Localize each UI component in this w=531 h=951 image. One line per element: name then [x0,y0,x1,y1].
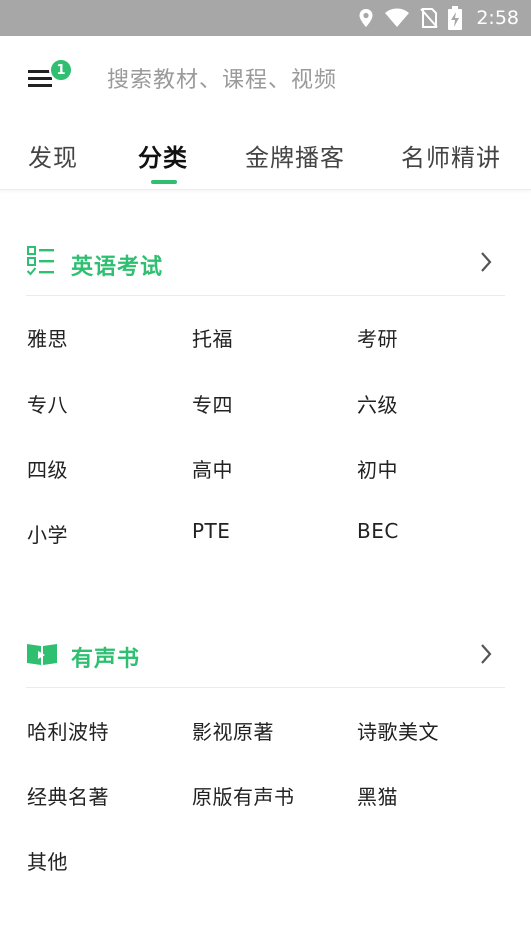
category-item[interactable]: PTE [192,519,230,543]
tab-teacher-lectures[interactable]: 名师精讲 [401,138,501,173]
category-item[interactable]: 托福 [192,323,233,352]
checklist-icon [26,244,56,282]
category-item[interactable]: 专八 [27,389,68,418]
status-bar: 2:58 [0,0,531,36]
category-tabs: 发现 分类 金牌播客 名师精讲 [0,122,531,190]
location-icon [358,8,374,28]
active-tab-indicator [151,180,177,184]
category-item[interactable]: 黑猫 [357,781,398,810]
no-sim-icon [420,7,439,29]
notification-badge: 1 [49,58,73,82]
tab-gold-podcast[interactable]: 金牌播客 [245,138,345,173]
category-item[interactable]: 经典名著 [27,781,109,810]
category-item[interactable]: 哈利波特 [27,716,109,745]
section-divider [26,687,505,688]
category-item[interactable]: 其他 [27,846,68,875]
battery-charging-icon [448,6,463,30]
category-item[interactable]: 影视原著 [192,716,274,745]
category-item[interactable]: 初中 [357,454,398,483]
chevron-right-icon[interactable] [478,250,494,278]
category-item[interactable]: 高中 [192,454,233,483]
category-item[interactable]: 原版有声书 [192,781,295,810]
search-input[interactable]: 搜索教材、课程、视频 [107,62,337,94]
section-header-audiobooks[interactable]: 有声书 [0,624,531,684]
chevron-right-icon[interactable] [478,642,494,670]
open-book-icon [26,641,58,671]
section-header-english-exams[interactable]: 英语考试 [0,232,531,292]
wifi-icon [384,8,410,28]
section-title: 英语考试 [71,255,164,280]
category-item[interactable]: 专四 [192,389,233,418]
status-time: 2:58 [476,7,519,29]
category-item[interactable]: 雅思 [27,323,68,352]
search-header: 1 搜索教材、课程、视频 [0,36,531,122]
section-title: 有声书 [71,647,141,672]
category-item[interactable]: BEC [357,519,399,543]
category-item[interactable]: 考研 [357,323,398,352]
section-divider [26,295,505,296]
category-item[interactable]: 四级 [27,454,68,483]
category-item[interactable]: 小学 [27,519,68,548]
tab-discover[interactable]: 发现 [28,138,78,173]
tab-category[interactable]: 分类 [138,138,188,173]
category-item[interactable]: 六级 [357,389,398,418]
category-item[interactable]: 诗歌美文 [357,716,439,745]
